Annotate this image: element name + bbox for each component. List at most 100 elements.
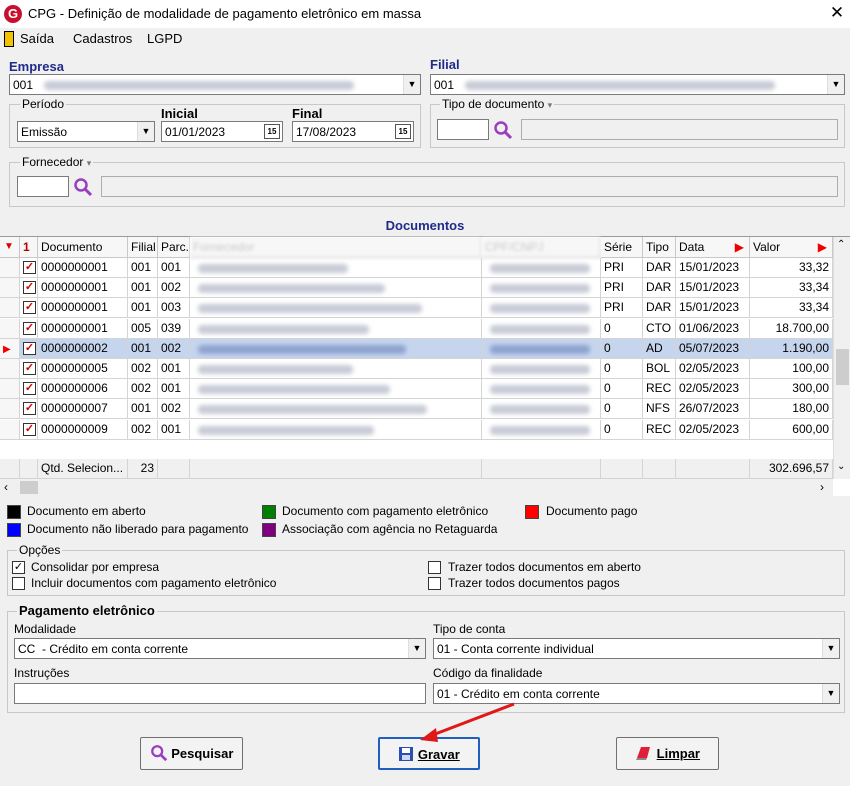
footer-cell	[190, 459, 482, 479]
row-checkbox[interactable]: ✓	[23, 422, 36, 436]
modalidade-combo[interactable]: CC - Crédito em conta corrente ▼	[14, 638, 426, 659]
calendar-icon[interactable]: 15	[395, 124, 411, 139]
valor-cell: 33,34	[750, 298, 833, 319]
trazer-aberto-checkbox[interactable]	[428, 561, 441, 574]
redacted-text	[490, 304, 590, 314]
trazer-pagos-checkbox[interactable]	[428, 577, 441, 590]
redacted-text	[490, 264, 590, 273]
footer-total: 302.696,57	[750, 459, 833, 479]
fornecedor-cell	[190, 399, 482, 420]
row-checkbox[interactable]: ✓	[23, 301, 36, 315]
instrucoes-label: Instruções	[14, 666, 70, 680]
valor-cell: 33,32	[750, 258, 833, 278]
instrucoes-input[interactable]	[14, 683, 426, 704]
cpf-cnpj-cell	[482, 338, 601, 359]
inicial-date-input[interactable]: 01/01/2023 15	[161, 121, 283, 142]
search-icon[interactable]	[493, 120, 513, 140]
trazer-aberto-label[interactable]: Trazer todos documentos em aberto	[448, 560, 641, 574]
menu-saida[interactable]: Saída	[20, 31, 54, 46]
data-cell: 01/06/2023	[676, 318, 750, 339]
tipo-documento-description	[521, 119, 838, 140]
chevron-down-icon[interactable]: ▼	[822, 684, 839, 703]
horizontal-scrollbar[interactable]: ‹ ›	[0, 479, 833, 496]
chevron-down-icon[interactable]: ▼	[827, 75, 844, 94]
data-cell: 15/01/2023	[676, 258, 750, 278]
scroll-thumb[interactable]	[836, 349, 849, 385]
row-checkbox[interactable]: ✓	[23, 382, 36, 396]
row-checkbox[interactable]: ✓	[23, 281, 36, 295]
tipo-conta-combo[interactable]: 01 - Conta corrente individual ▼	[433, 638, 840, 659]
tipo-documento-label: Tipo de documento ▾	[440, 97, 555, 111]
row-select-cell: ✓	[20, 278, 38, 299]
tipo-cell: REC	[643, 419, 676, 440]
vertical-scrollbar[interactable]: ⌃ ⌄	[833, 237, 850, 479]
close-icon[interactable]: ✕	[826, 2, 848, 24]
parc-cell: 001	[158, 359, 190, 379]
col-data[interactable]: Data ▶	[676, 237, 750, 258]
sort-indicator-icon[interactable]: ▼	[0, 237, 20, 258]
scroll-right-icon[interactable]: ›	[820, 480, 824, 494]
menu-cadastros[interactable]: Cadastros	[73, 31, 132, 46]
parc-cell: 001	[158, 379, 190, 400]
cpf-cnpj-cell	[482, 298, 601, 319]
trazer-pagos-label[interactable]: Trazer todos documentos pagos	[448, 576, 620, 590]
cpf-cnpj-cell	[482, 359, 601, 379]
filial-combo[interactable]: 001 ▼	[430, 74, 845, 95]
calendar-icon[interactable]: 15	[264, 124, 280, 139]
chevron-down-icon[interactable]: ▼	[137, 122, 154, 141]
scroll-thumb-h[interactable]	[20, 481, 38, 494]
opcoes-label: Opções	[17, 543, 63, 557]
serie-cell: 0	[601, 318, 643, 339]
col-parc[interactable]: Parc.	[158, 237, 190, 258]
scroll-down-icon[interactable]: ⌄	[837, 461, 845, 472]
row-checkbox[interactable]: ✓	[23, 402, 36, 416]
fornecedor-cell	[190, 419, 482, 440]
incluir-eletronico-label[interactable]: Incluir documentos com pagamento eletrôn…	[31, 576, 276, 590]
search-icon[interactable]	[73, 177, 93, 197]
serie-cell: 0	[601, 379, 643, 400]
row-checkbox[interactable]: ✓	[23, 261, 36, 274]
scroll-left-icon[interactable]: ‹	[4, 480, 8, 494]
pesquisar-button[interactable]: Pesquisar	[140, 737, 243, 770]
sort-order-icon[interactable]: 1	[20, 237, 38, 258]
empresa-label: Empresa	[9, 59, 64, 74]
col-cpf-cnpj[interactable]: CPF/CNPJ	[482, 237, 601, 258]
col-serie[interactable]: Série	[601, 237, 643, 258]
modalidade-value: CC - Crédito em conta corrente	[18, 642, 189, 656]
row-checkbox[interactable]: ✓	[23, 321, 36, 335]
final-date-input[interactable]: 17/08/2023 15	[292, 121, 414, 142]
incluir-eletronico-checkbox[interactable]	[12, 577, 25, 590]
col-filial[interactable]: Filial	[128, 237, 158, 258]
fornecedor-cell	[190, 359, 482, 379]
data-cell: 26/07/2023	[676, 399, 750, 420]
data-cell: 02/05/2023	[676, 419, 750, 440]
modalidade-label: Modalidade	[14, 622, 77, 636]
valor-cell: 600,00	[750, 419, 833, 440]
filial-cell: 002	[128, 379, 158, 400]
consolidar-checkbox[interactable]: ✓	[12, 561, 25, 574]
col-valor[interactable]: Valor ▶	[750, 237, 833, 258]
fornecedor-code-input[interactable]	[17, 176, 69, 197]
consolidar-label[interactable]: Consolidar por empresa	[31, 560, 159, 574]
tipo-documento-code-input[interactable]	[437, 119, 489, 140]
menu-lgpd[interactable]: LGPD	[147, 31, 182, 46]
chevron-down-icon[interactable]: ▼	[403, 75, 420, 94]
row-checkbox[interactable]: ✓	[23, 341, 36, 355]
chevron-down-icon[interactable]: ▼	[408, 639, 425, 658]
periodo-combo[interactable]: Emissão ▼	[17, 121, 155, 142]
data-cell: 15/01/2023	[676, 298, 750, 319]
chevron-down-icon[interactable]: ▼	[822, 639, 839, 658]
empresa-combo[interactable]: 001 ▼	[9, 74, 421, 95]
inicial-label: Inicial	[161, 106, 198, 121]
col-fornecedor[interactable]: Fornecedor	[190, 237, 482, 258]
col-documento[interactable]: Documento	[38, 237, 128, 258]
scroll-up-icon[interactable]: ⌃	[837, 239, 845, 250]
final-label: Final	[292, 106, 323, 121]
row-checkbox[interactable]: ✓	[23, 362, 36, 375]
row-indicator	[0, 298, 20, 319]
limpar-button[interactable]: Limpar	[616, 737, 719, 770]
footer-cell	[643, 459, 676, 479]
col-tipo[interactable]: Tipo	[643, 237, 676, 258]
footer-cell	[20, 459, 38, 479]
valor-cell: 300,00	[750, 379, 833, 400]
